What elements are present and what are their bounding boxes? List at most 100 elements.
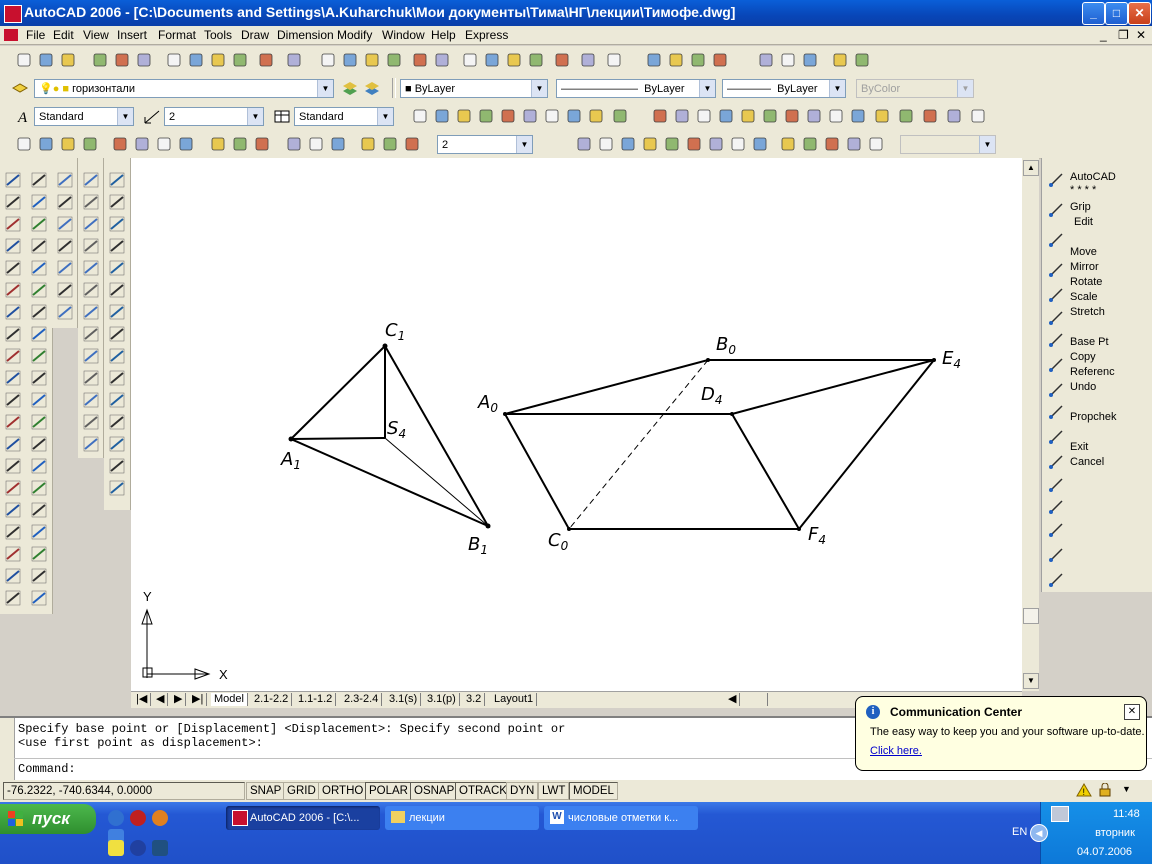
col2-tool-0-icon[interactable] <box>29 170 49 190</box>
tb1-tool-32-icon[interactable] <box>830 50 850 70</box>
col2-tool-13-icon[interactable] <box>29 456 49 476</box>
dim-toolbar-scale-select[interactable]: 2 ▼ <box>437 135 533 154</box>
tb1-tool-24-icon[interactable] <box>604 50 624 70</box>
start-button[interactable]: пуск <box>0 804 96 834</box>
menu-draw[interactable]: Draw <box>241 28 269 42</box>
tb3-tool-18-icon[interactable] <box>826 106 846 126</box>
grip-item-undo[interactable]: Undo <box>1070 381 1096 393</box>
tb4-tool-17-icon[interactable] <box>574 134 594 154</box>
make-current-icon[interactable] <box>340 78 360 98</box>
col1-tool-3-icon[interactable] <box>3 236 23 256</box>
col3-tool-0-icon[interactable] <box>55 170 75 190</box>
col3-tool-5-icon[interactable] <box>55 280 75 300</box>
tb3-tool-6-icon[interactable] <box>542 106 562 126</box>
col4-tool-4-icon[interactable] <box>81 258 101 278</box>
close-button[interactable]: ✕ <box>1128 2 1151 25</box>
lwt-button[interactable]: LWT <box>538 782 570 800</box>
tab-layout1[interactable]: Layout1 <box>491 693 538 706</box>
grip-item-rotate[interactable]: Rotate <box>1070 276 1102 288</box>
table-style-icon[interactable] <box>272 106 292 126</box>
col5-tool-14-icon[interactable] <box>107 478 127 498</box>
tb3-tool-11-icon[interactable] <box>672 106 692 126</box>
drawing-canvas[interactable]: C1 S4 A1 B1 A0 B0 D4 E4 C0 F4 Y X <box>131 158 1022 691</box>
grip-tool-14-icon[interactable] <box>1046 520 1066 540</box>
col1-tool-17-icon[interactable] <box>3 544 23 564</box>
vertical-scrollbar[interactable]: ▲ ▼ <box>1022 158 1039 691</box>
col1-tool-6-icon[interactable] <box>3 302 23 322</box>
tb3-tool-14-icon[interactable] <box>738 106 758 126</box>
tb4-tool-8-icon[interactable] <box>208 134 228 154</box>
tb3-tool-15-icon[interactable] <box>760 106 780 126</box>
col4-tool-0-icon[interactable] <box>81 170 101 190</box>
grip-item-cancel[interactable]: Cancel <box>1070 456 1104 468</box>
tb4-tool-15-icon[interactable] <box>380 134 400 154</box>
col5-tool-6-icon[interactable] <box>107 302 127 322</box>
balloon-link[interactable]: Click here. <box>870 745 922 757</box>
doc-minimize-button[interactable]: _ <box>1100 28 1107 42</box>
tb1-tool-19-icon[interactable] <box>482 50 502 70</box>
col4-tool-9-icon[interactable] <box>81 368 101 388</box>
status-menu-arrow-icon[interactable]: ▼ <box>1122 784 1131 794</box>
col5-tool-11-icon[interactable] <box>107 412 127 432</box>
snap-button[interactable]: SNAP <box>246 782 286 800</box>
tb4-tool-7-icon[interactable] <box>176 134 196 154</box>
col5-tool-7-icon[interactable] <box>107 324 127 344</box>
col5-tool-13-icon[interactable] <box>107 456 127 476</box>
col4-tool-1-icon[interactable] <box>81 192 101 212</box>
col1-tool-8-icon[interactable] <box>3 346 23 366</box>
command-prompt[interactable]: Command: <box>18 762 76 776</box>
col2-tool-8-icon[interactable] <box>29 346 49 366</box>
layers-icon[interactable] <box>10 78 30 98</box>
col1-tool-5-icon[interactable] <box>3 280 23 300</box>
maximize-button[interactable]: □ <box>1105 2 1128 25</box>
tb4-tool-24-icon[interactable] <box>728 134 748 154</box>
tb4-tool-18-icon[interactable] <box>596 134 616 154</box>
tb1-tool-0-icon[interactable] <box>14 50 34 70</box>
tray-expand-icon[interactable]: ◀ <box>1030 824 1048 842</box>
menu-dimension[interactable]: Dimension <box>277 28 334 42</box>
col2-tool-10-icon[interactable] <box>29 390 49 410</box>
tb1-tool-15-icon[interactable] <box>384 50 404 70</box>
osnap-button[interactable]: OSNAP <box>410 782 459 800</box>
tb4-tool-23-icon[interactable] <box>706 134 726 154</box>
col1-tool-7-icon[interactable] <box>3 324 23 344</box>
menu-file[interactable]: File <box>26 28 45 42</box>
tb1-tool-26-icon[interactable] <box>666 50 686 70</box>
col2-tool-1-icon[interactable] <box>29 192 49 212</box>
menu-help[interactable]: Help <box>431 28 456 42</box>
grip-item-grip[interactable]: Grip <box>1070 201 1091 213</box>
tb4-tool-19-icon[interactable] <box>618 134 638 154</box>
tab-2-1-2-2[interactable]: 2.1-2.2 <box>251 693 293 706</box>
col4-tool-12-icon[interactable] <box>81 434 101 454</box>
text-style-select[interactable]: Standard ▼ <box>34 107 134 126</box>
col1-tool-1-icon[interactable] <box>3 192 23 212</box>
tb1-tool-1-icon[interactable] <box>36 50 56 70</box>
grip-item-stretch[interactable]: Stretch <box>1070 306 1105 318</box>
tb1-tool-8-icon[interactable] <box>208 50 228 70</box>
col1-tool-15-icon[interactable] <box>3 500 23 520</box>
tb1-tool-3-icon[interactable] <box>90 50 110 70</box>
grip-tool-10-icon[interactable] <box>1046 427 1066 447</box>
grip-tool-16-icon[interactable] <box>1046 570 1066 590</box>
warning-icon[interactable]: ! <box>1076 783 1092 797</box>
col4-tool-5-icon[interactable] <box>81 280 101 300</box>
tb1-tool-21-icon[interactable] <box>526 50 546 70</box>
col4-tool-8-icon[interactable] <box>81 346 101 366</box>
grip-tool-6-icon[interactable] <box>1046 330 1066 350</box>
col1-tool-19-icon[interactable] <box>3 588 23 608</box>
col1-tool-0-icon[interactable] <box>3 170 23 190</box>
text-style-icon[interactable]: A <box>14 106 34 126</box>
col5-tool-1-icon[interactable] <box>107 192 127 212</box>
clock-time[interactable]: 11:48 <box>1113 808 1140 820</box>
col3-tool-6-icon[interactable] <box>55 302 75 322</box>
otrack-button[interactable]: OTRACK <box>455 782 511 800</box>
tb4-tool-0-icon[interactable] <box>14 134 34 154</box>
tb4-tool-14-icon[interactable] <box>358 134 378 154</box>
grip-tool-3-icon[interactable] <box>1046 260 1066 280</box>
col2-tool-12-icon[interactable] <box>29 434 49 454</box>
tb4-tool-20-icon[interactable] <box>640 134 660 154</box>
tb4-tool-1-icon[interactable] <box>36 134 56 154</box>
grip-tool-15-icon[interactable] <box>1046 545 1066 565</box>
tb4-tool-5-icon[interactable] <box>132 134 152 154</box>
col3-tool-1-icon[interactable] <box>55 192 75 212</box>
